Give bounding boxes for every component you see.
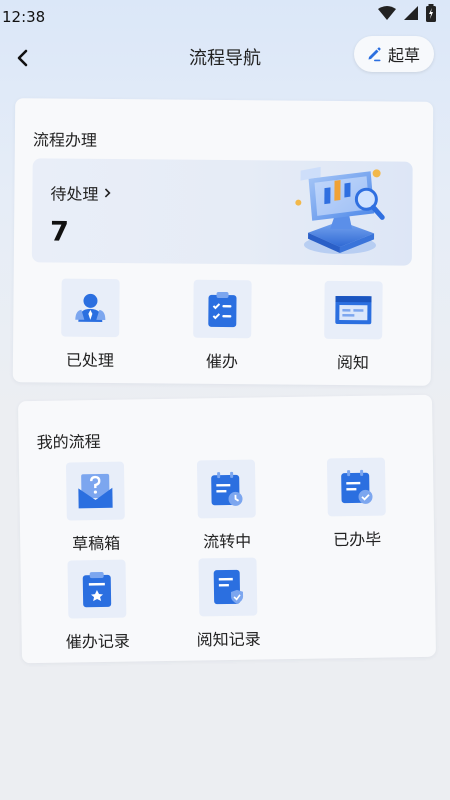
status-bar: 12:38	[0, 0, 450, 36]
pending-count: 7	[49, 216, 70, 248]
draft-button-label: 起草	[387, 46, 420, 65]
urge-clipboard-icon	[193, 279, 252, 339]
grid-item-label: 已处理	[65, 350, 115, 371]
pending-label: 待处理	[50, 184, 99, 204]
grid-item-completed[interactable]: 已办毕	[311, 457, 402, 550]
in-transit-icon	[196, 459, 256, 519]
battery-icon	[426, 4, 436, 22]
grid-item-label: 催办	[205, 351, 239, 372]
grid-item-urge-record[interactable]: 催办记录	[51, 559, 142, 652]
nav-bar: 流程导航 起草	[0, 36, 450, 80]
my-process-title: 我的流程	[36, 431, 101, 452]
draft-button[interactable]: 起草	[353, 36, 434, 72]
process-handling-card: 流程办理 待处理 7 已处理 催办 阅知	[12, 98, 434, 386]
read-record-icon	[198, 557, 258, 617]
my-process-card: 我的流程 草稿箱 流转中 已办毕 催办记录 阅知记录	[17, 394, 437, 664]
grid-item-label: 已办毕	[333, 529, 382, 550]
grid-item-label: 草稿箱	[72, 533, 121, 554]
urge-record-icon	[67, 559, 127, 619]
chevron-right-icon	[104, 188, 111, 198]
pencil-icon	[368, 47, 381, 62]
grid-item-label: 催办记录	[65, 631, 130, 652]
grid-item-label: 阅知	[336, 352, 370, 373]
draft-box-icon	[65, 461, 125, 521]
grid-item-draft-box[interactable]: 草稿箱	[50, 461, 141, 554]
grid-item-in-transit[interactable]: 流转中	[181, 459, 272, 552]
grid-item-label: 流转中	[203, 531, 252, 552]
signal-icon	[404, 6, 418, 20]
pending-panel[interactable]: 待处理 7	[31, 158, 413, 266]
grid-item-read[interactable]: 阅知	[308, 280, 399, 374]
data-analysis-illustration-icon	[295, 166, 385, 255]
grid-item-processed[interactable]: 已处理	[45, 278, 136, 371]
wifi-icon	[378, 6, 396, 20]
grid-item-urge[interactable]: 催办	[177, 279, 268, 373]
pending-label-row[interactable]: 待处理	[50, 180, 112, 205]
grid-item-read-record[interactable]: 阅知记录	[182, 557, 273, 650]
processed-user-icon	[61, 278, 120, 338]
status-time: 12:38	[2, 8, 46, 26]
read-window-icon	[324, 280, 383, 340]
grid-item-label: 阅知记录	[196, 629, 261, 650]
completed-icon	[326, 457, 386, 517]
status-icons	[378, 3, 436, 23]
process-handling-title: 流程办理	[32, 130, 97, 150]
